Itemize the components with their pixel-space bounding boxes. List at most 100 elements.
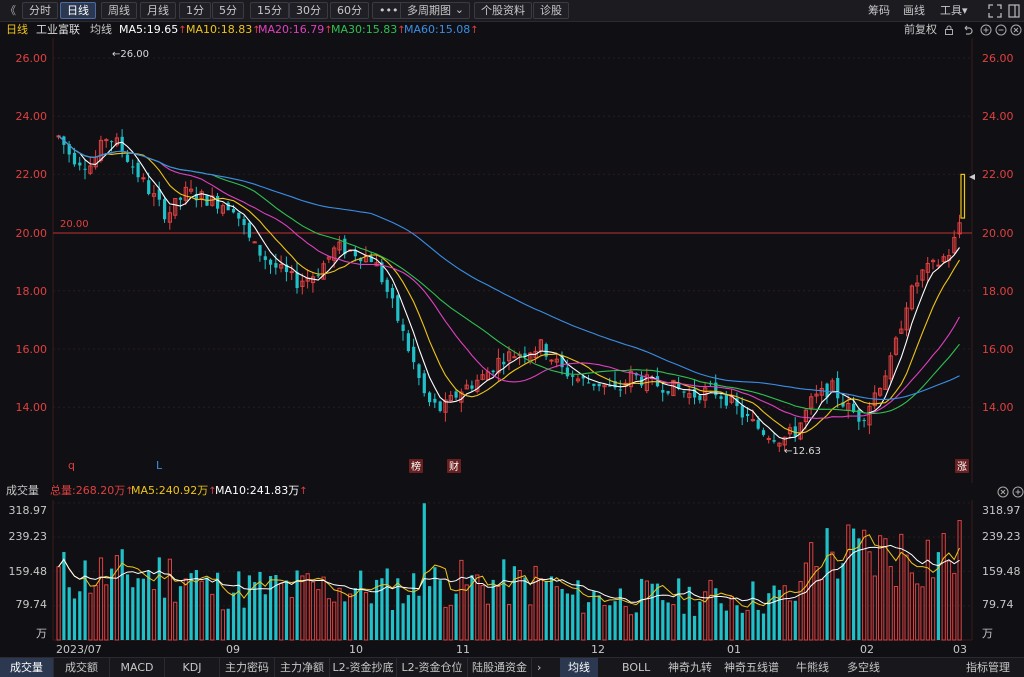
indicator-settings-button[interactable]: 指标管理 [966,658,1010,677]
period-tab-1min[interactable]: 1分 [179,2,211,19]
volume-bar [305,573,310,641]
badge-limit-up[interactable]: 涨 [955,459,969,473]
volume-bar [300,575,305,641]
tabs-scroll-next-icon[interactable]: › [537,658,541,677]
tab-turnover[interactable]: 成交额 [54,658,110,677]
period-tab-monthly[interactable]: 月线 [140,2,176,19]
dock-right-icon[interactable] [1008,4,1020,18]
volume-bar [178,586,183,640]
tab-boll[interactable]: BOLL [622,658,650,677]
candle-body [178,197,183,200]
event-marker-l[interactable]: L [156,459,163,472]
multi-period-button[interactable]: 多周期图 ⌄ [400,2,470,19]
volume-bar [608,605,612,640]
volume-title: 成交量 [6,484,39,497]
volume-bar [862,529,867,641]
period-tab-daily[interactable]: 日线 [60,2,96,19]
collapse-left-icon[interactable]: 《 [5,3,16,19]
candle-body [936,264,941,267]
tab-l2-bottom-fishing[interactable]: L2-资金抄底 [330,658,397,677]
period-tab-15min[interactable]: 15分 [250,2,289,19]
ma30-value: MA30:15.83↑ [331,23,406,38]
stock-diagnosis-button[interactable]: 诊股 [533,2,569,19]
expand-icon[interactable] [988,4,1002,18]
volume-bar [422,503,426,640]
adjust-mode-button[interactable]: 前复权 [904,23,937,37]
period-tab-intraday[interactable]: 分时 [22,2,58,19]
volume-bar [756,609,760,640]
period-tab-60min[interactable]: 60分 [330,2,369,19]
volume-bar [814,566,819,641]
candle-body [141,177,146,180]
volume-bar [454,593,458,640]
badge-financial[interactable]: 财 [447,459,461,473]
candle-body [216,196,220,209]
tab-northbound-funds[interactable]: 陆股通资金 [468,658,532,677]
volume-bar [613,601,617,640]
candle-body [698,395,702,401]
tab-volume[interactable]: 成交量 [0,658,54,677]
lock-icon[interactable] [944,25,954,35]
volume-bar [523,577,527,640]
volume-bar [888,566,893,641]
close-icon[interactable] [997,486,1009,498]
tab-magic-nine[interactable]: 神奇九转 [668,658,712,677]
moving-average-label[interactable]: 均线 [90,23,112,37]
period-tab-weekly[interactable]: 周线 [101,2,137,19]
volume-bar [326,598,331,641]
tab-main-force-net[interactable]: 主力净额 [275,658,330,677]
volume-bar [216,572,220,640]
volume-bar [189,573,193,640]
badge-limit-up-label: 涨 [957,461,967,473]
volume-bar [316,589,321,641]
tab-macd[interactable]: MACD [110,658,165,677]
volume-bar [703,591,708,641]
chart-period-label: 日线 [6,23,28,36]
tab-bull-bear-line[interactable]: 牛熊线 [796,658,829,677]
volume-bar [819,578,824,641]
tools-button[interactable]: 工具▾ [940,3,968,19]
volume-bar [210,593,215,641]
chips-button[interactable]: 筹码 [868,3,890,19]
candle-body [104,139,109,142]
volume-bar [136,578,140,640]
add-icon[interactable] [1012,486,1024,498]
tab-magic-five-lines[interactable]: 神奇五线谱 [724,658,779,677]
tab-kdj[interactable]: KDJ [165,658,220,677]
volume-bar [761,613,766,640]
period-tab-30min[interactable]: 30分 [289,2,328,19]
candle-body [592,383,596,386]
zoom-out-icon[interactable] [995,24,1007,36]
volume-bar [438,580,442,640]
volume-bar [363,592,369,641]
top-toolbar: 《 分时 日线 周线 月线 1分 5分 15分 30分 60分 ••• 多周期图… [0,0,1024,22]
candle-body [438,401,442,411]
price-chart[interactable]: 20.00 26.00 24.00 22.00 20.00 18.00 16.0… [0,38,1024,483]
tab-moving-average[interactable]: 均线 [560,658,598,677]
undo-icon[interactable] [963,25,973,35]
volume-bar [852,528,856,640]
tab-long-short-line[interactable]: 多空线 [847,658,880,677]
close-icon[interactable] [1010,24,1022,36]
volume-bar [592,591,596,640]
volume-bar [93,585,98,641]
ma10-value: MA10:18.83↑ [186,23,261,38]
period-tab-5min[interactable]: 5分 [212,2,244,19]
tab-main-force-code[interactable]: 主力密码 [220,658,275,677]
draw-line-button[interactable]: 画线 [903,3,925,19]
candle-body [263,256,267,260]
stock-profile-button[interactable]: 个股资料 [474,2,532,19]
candle-body [766,437,771,440]
badge-ranking[interactable]: 榜 [409,459,423,473]
tab-l2-position[interactable]: L2-资金仓位 [397,658,468,677]
zoom-in-icon[interactable] [980,24,992,36]
volume-bar [745,609,750,641]
volume-bar [544,580,548,640]
volume-bar [163,597,167,640]
volume-bar [480,585,485,641]
event-marker-q[interactable]: q [68,459,75,472]
low-price-annotation: ←12.63 [784,446,821,457]
volume-chart[interactable]: 318.97 239.23 159.48 79.74 万 318.97 239.… [0,500,1024,657]
candle-body [72,152,77,165]
volume-bar [682,613,686,640]
